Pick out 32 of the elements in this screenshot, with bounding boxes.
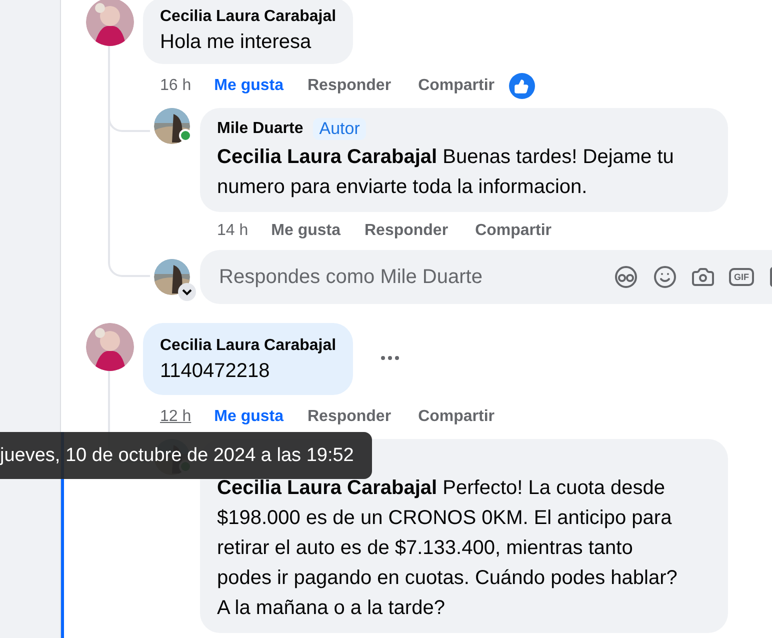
timestamp-link[interactable]: 16 h xyxy=(160,77,192,95)
reply-link[interactable]: Responder xyxy=(307,408,392,426)
like-link[interactable]: Me gusta xyxy=(214,77,284,95)
like-reaction-icon[interactable] xyxy=(508,73,535,99)
author-name[interactable]: Mile Duarte xyxy=(217,118,304,140)
reply-link[interactable]: Responder xyxy=(307,77,392,95)
avatar[interactable] xyxy=(154,108,190,144)
like-link[interactable]: Me gusta xyxy=(271,222,340,240)
author-name[interactable]: Cecilia Laura Carabajal xyxy=(160,335,336,357)
avatar[interactable] xyxy=(86,323,134,371)
avatar-sticker-icon[interactable] xyxy=(613,265,639,289)
emoji-icon[interactable] xyxy=(653,265,677,289)
more-icon[interactable] xyxy=(380,355,400,361)
comment-text: 1140472218 xyxy=(160,359,271,384)
avatar[interactable] xyxy=(86,0,134,46)
share-link[interactable]: Compartir xyxy=(418,77,495,95)
reply-text: Cecilia Laura Carabajal Buenas tardes! Dejame tu numero para enviarte toda la informacion. xyxy=(217,145,675,200)
like-link[interactable]: Me gusta xyxy=(214,408,284,426)
chevron-down-icon[interactable] xyxy=(178,283,196,301)
comment-text: Hola me interesa xyxy=(160,30,312,55)
share-link[interactable]: Compartir xyxy=(475,222,552,240)
timestamp-link[interactable]: 14 h xyxy=(217,222,248,240)
timestamp-link[interactable]: 12 h xyxy=(160,408,192,426)
reply-text: Cecilia Laura Carabajal Perfecto! La cuota desde $198.000 es de un CRONOS 0KM. El anticipo para retirar el auto es de $7.133.400, mientras tanto podes ir pagando en cuotas. Cuándo podes hablar? A la mañana o a la tarde? xyxy=(217,476,678,621)
reply-field[interactable]: Respondes como Mile Duarte GIF xyxy=(200,250,772,304)
gif-icon[interactable]: GIF xyxy=(729,268,754,286)
author-badge: Autor xyxy=(313,118,366,140)
reply-link[interactable]: Responder xyxy=(364,222,448,240)
avatar[interactable] xyxy=(154,259,190,295)
author-name[interactable]: Cecilia Laura Carabajal xyxy=(160,6,336,28)
share-link[interactable]: Compartir xyxy=(418,408,495,426)
camera-icon[interactable] xyxy=(691,265,715,289)
